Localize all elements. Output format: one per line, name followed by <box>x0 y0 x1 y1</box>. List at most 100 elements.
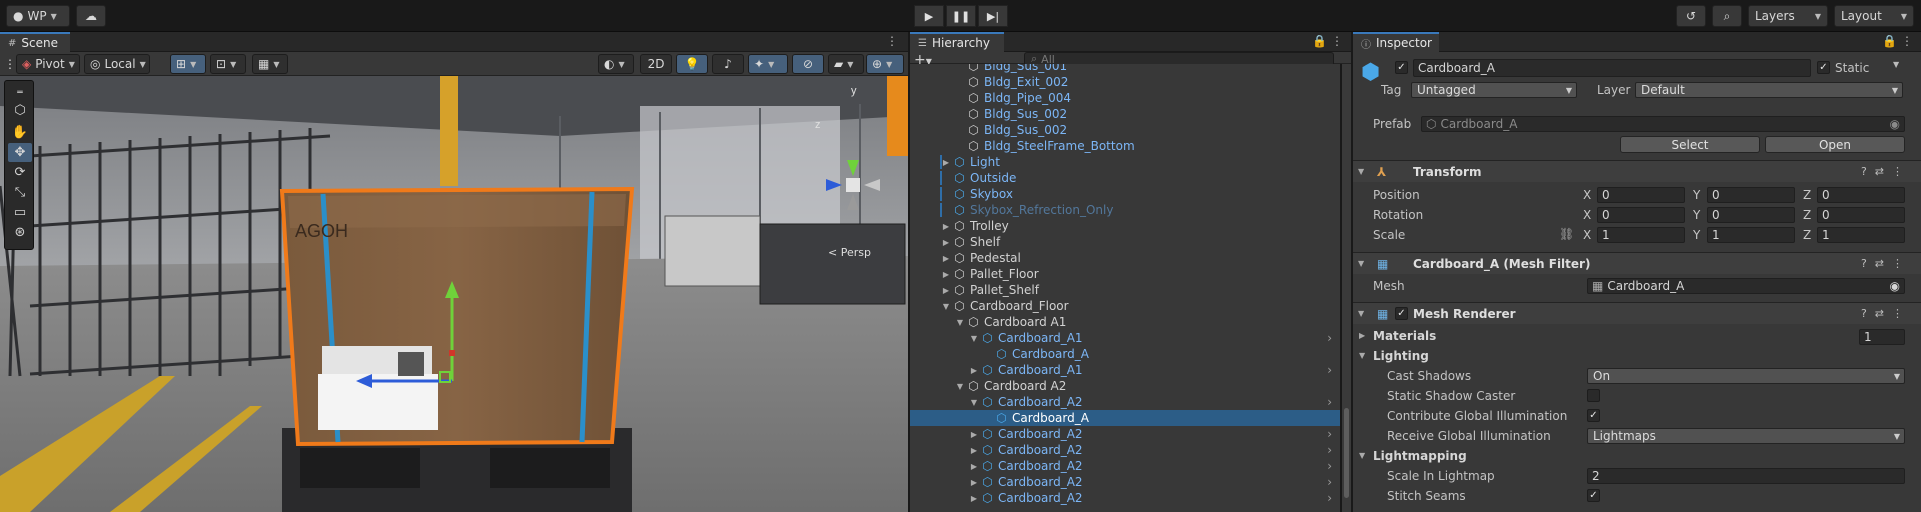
hierarchy-item[interactable]: ▶ ⬡ Shelf <box>910 234 1340 250</box>
layer-dropdown[interactable]: Default ▼ <box>1635 82 1903 98</box>
step-button[interactable]: ▶| <box>978 5 1008 27</box>
hierarchy-item[interactable]: ⬡ Bldg_Exit_002 <box>910 74 1340 90</box>
rect-tool-icon[interactable]: ▭ <box>8 203 32 222</box>
gizmo-x-handle[interactable] <box>449 350 455 356</box>
fold-arrow-icon[interactable]: ▼ <box>1359 451 1365 460</box>
transform-header[interactable]: ▼ ⅄ Transform ?⇄⋮ <box>1353 160 1921 182</box>
history-button[interactable]: ↺ <box>1676 5 1706 27</box>
materials-count-field[interactable]: 1 <box>1859 329 1905 345</box>
transform-tool-icon[interactable]: ⊛ <box>8 223 32 242</box>
open-prefab-arrow-icon[interactable]: › <box>1327 491 1332 505</box>
hierarchy-item[interactable]: ▼ ⬡ Cardboard A2 <box>910 378 1340 394</box>
panel-menu-icon[interactable]: ⋮ <box>886 34 902 48</box>
hand-tool-icon[interactable]: ✋ <box>8 123 32 142</box>
hierarchy-item[interactable]: ▶ ⬡ Cardboard_A1 › <box>910 362 1340 378</box>
constrain-proportions-icon[interactable]: ⛓ <box>1559 227 1574 241</box>
panel-lock-menu-icon[interactable]: 🔒⋮ <box>1882 34 1917 48</box>
object-picker-icon[interactable]: ◉ <box>1890 117 1900 131</box>
object-picker-icon[interactable]: ◉ <box>1890 279 1900 293</box>
hierarchy-item[interactable]: ▶ ⬡ Cardboard_A2 › <box>910 426 1340 442</box>
fold-arrow-icon[interactable]: ▼ <box>968 334 980 343</box>
pause-button[interactable]: ❚❚ <box>946 5 976 27</box>
scale-x-field[interactable]: 1 <box>1597 227 1685 243</box>
layout-dropdown[interactable]: Layout ▼ <box>1834 5 1914 27</box>
scale-z-field[interactable]: 1 <box>1817 227 1905 243</box>
fold-arrow-icon[interactable]: ▶ <box>940 254 952 263</box>
move-tool-icon[interactable]: ✥ <box>8 143 32 162</box>
audio-toggle[interactable]: ♪ <box>712 54 744 74</box>
scene-viewport[interactable]: AGOH y z < Persp <box>0 76 908 512</box>
grid-snap-toggle[interactable]: ⊞ ▼ <box>170 54 206 74</box>
mesh-renderer-enabled-checkbox[interactable]: ✓ <box>1395 307 1408 320</box>
fold-arrow-icon[interactable]: ▶ <box>968 446 980 455</box>
fold-arrow-icon[interactable]: ▶ <box>1359 331 1365 340</box>
effects-dropdown[interactable]: ✦ ▼ <box>748 54 788 74</box>
open-prefab-arrow-icon[interactable]: › <box>1327 363 1332 377</box>
search-button[interactable]: ⌕ <box>1712 5 1742 27</box>
open-prefab-arrow-icon[interactable]: › <box>1327 395 1332 409</box>
hierarchy-item[interactable]: ▼ ⬡ Cardboard_A1 › <box>910 330 1340 346</box>
fold-arrow-icon[interactable]: ▼ <box>954 382 966 391</box>
rotation-y-field[interactable]: 0 <box>1707 207 1795 223</box>
hierarchy-item[interactable]: ⬡ Bldg_Sus_002 <box>910 106 1340 122</box>
receive-gi-dropdown[interactable]: Lightmaps ▼ <box>1587 428 1905 444</box>
hierarchy-item[interactable]: ▶ ⬡ Light <box>910 154 1340 170</box>
hierarchy-item[interactable]: ▼ ⬡ Cardboard_A2 › <box>910 394 1340 410</box>
hierarchy-item[interactable]: ⬡ Outside <box>910 170 1340 186</box>
account-dropdown[interactable]: ● WP ▼ <box>6 5 70 27</box>
local-dropdown[interactable]: ◎ Local ▼ <box>84 54 150 74</box>
static-shadow-caster-checkbox[interactable] <box>1587 389 1600 402</box>
stitch-seams-checkbox[interactable]: ✓ <box>1587 489 1600 502</box>
rotation-z-field[interactable]: 0 <box>1817 207 1905 223</box>
panel-lock-menu-icon[interactable]: 🔒⋮ <box>1312 34 1347 48</box>
select-button[interactable]: Select <box>1620 136 1760 153</box>
fold-arrow-icon[interactable]: ▶ <box>968 462 980 471</box>
materials-label[interactable]: Materials <box>1373 329 1436 343</box>
open-prefab-arrow-icon[interactable]: › <box>1327 331 1332 345</box>
hierarchy-item[interactable]: ⬡ Cardboard_A <box>910 346 1340 362</box>
hierarchy-item[interactable]: ⬡ Skybox_Refrection_Only <box>910 202 1340 218</box>
fold-arrow-icon[interactable]: ▶ <box>940 270 952 279</box>
mesh-field[interactable]: ▦ Cardboard_A ◉ <box>1587 278 1905 294</box>
position-z-field[interactable]: 0 <box>1817 187 1905 203</box>
scale-in-lightmap-field[interactable]: 2 <box>1587 468 1905 484</box>
fold-arrow-icon[interactable]: ▼ <box>968 398 980 407</box>
hierarchy-item[interactable]: ⬡ Bldg_Sus_002 <box>910 122 1340 138</box>
hierarchy-item[interactable]: ▶ ⬡ Cardboard_A2 › <box>910 458 1340 474</box>
pivot-dropdown[interactable]: ◈ Pivot ▼ <box>16 54 80 74</box>
cloud-button[interactable]: ☁ <box>76 5 106 27</box>
scale-y-field[interactable]: 1 <box>1707 227 1795 243</box>
fold-arrow-icon[interactable]: ▶ <box>940 238 952 247</box>
tab-scene[interactable]: # Scene <box>0 32 70 52</box>
fold-arrow-icon[interactable]: ▶ <box>940 222 952 231</box>
open-button[interactable]: Open <box>1765 136 1905 153</box>
chevron-down-icon[interactable]: ▼ <box>1893 60 1899 69</box>
lighting-label[interactable]: Lighting <box>1373 349 1429 363</box>
contribute-gi-checkbox[interactable]: ✓ <box>1587 409 1600 422</box>
lighting-toggle[interactable]: 💡 <box>676 54 708 74</box>
hierarchy-item[interactable]: ⬡ Bldg_Sus_001 <box>910 64 1340 74</box>
hierarchy-item[interactable]: ▼ ⬡ Cardboard A1 <box>910 314 1340 330</box>
component-controls-icon[interactable]: ?⇄⋮ <box>1861 307 1911 320</box>
hierarchy-item[interactable]: ▶ ⬡ Pallet_Shelf <box>910 282 1340 298</box>
mesh-filter-header[interactable]: ▼ ▦ Cardboard_A (Mesh Filter) ?⇄⋮ <box>1353 252 1921 274</box>
fold-arrow-icon[interactable]: ▼ <box>940 302 952 311</box>
hierarchy-item[interactable]: ▶ ⬡ Pedestal <box>910 250 1340 266</box>
hierarchy-item[interactable]: ⬡ Bldg_Pipe_004 <box>910 90 1340 106</box>
gizmos-dropdown[interactable]: ⊕ ▼ <box>866 54 904 74</box>
hierarchy-item[interactable]: ▶ ⬡ Pallet_Floor <box>910 266 1340 282</box>
open-prefab-arrow-icon[interactable]: › <box>1327 475 1332 489</box>
layers-dropdown[interactable]: Layers ▼ <box>1748 5 1828 27</box>
open-prefab-arrow-icon[interactable]: › <box>1327 459 1332 473</box>
mesh-renderer-header[interactable]: ▼ ▦ ✓ Mesh Renderer ?⇄⋮ <box>1353 302 1921 324</box>
camera-dropdown[interactable]: ▰ ▼ <box>828 54 864 74</box>
fold-arrow-icon[interactable]: ▼ <box>1359 351 1365 360</box>
tab-inspector[interactable]: ⓘ Inspector <box>1353 32 1439 52</box>
prefab-field[interactable]: ⬡ Cardboard_A ◉ <box>1421 116 1905 132</box>
hidden-objects-toggle[interactable]: ⊘ <box>792 54 824 74</box>
hierarchy-item[interactable]: ▼ ⬡ Cardboard_Floor <box>910 298 1340 314</box>
tab-hierarchy[interactable]: ☰ Hierarchy <box>910 32 1004 52</box>
perspective-label[interactable]: < Persp <box>828 246 871 259</box>
hierarchy-item[interactable]: ▶ ⬡ Trolley <box>910 218 1340 234</box>
fold-arrow-icon[interactable]: ▼ <box>954 318 966 327</box>
